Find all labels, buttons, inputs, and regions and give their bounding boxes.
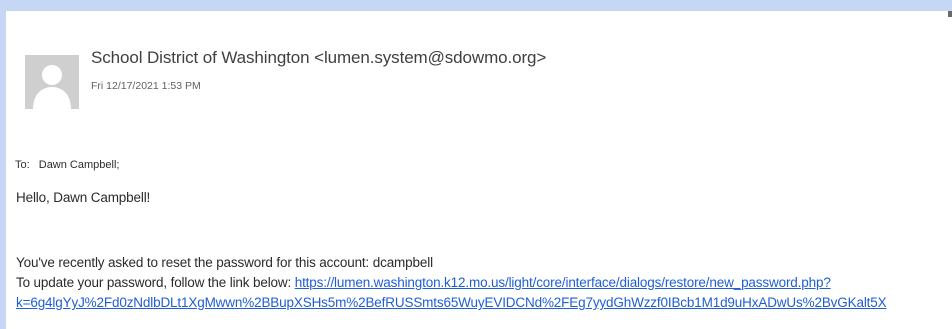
reset-password-link[interactable]: https://lumen.washington.k12.mo.us/light… <box>295 275 831 290</box>
recipient-name: Dawn Campbell; <box>38 159 120 171</box>
instruction-text: To update your password, follow the link… <box>16 275 295 290</box>
scrollbar-edge <box>948 11 952 17</box>
greeting-text: Hello, Dawn Campbell! <box>16 190 151 205</box>
recipient-line: To: Dawn Campbell; <box>15 159 119 171</box>
sender-avatar-icon <box>25 55 79 109</box>
email-message: School District of Washington <lumen.sys… <box>6 11 952 329</box>
body-line-link-continued: k=6g4lgYyJ%2Fd0zNdlbDLt1XgMwwn%2BBupXSHs… <box>16 295 887 310</box>
body-line-reset-request: You've recently asked to reset the passw… <box>16 255 433 270</box>
to-label: To: <box>15 159 30 171</box>
reset-password-link-continued[interactable]: k=6g4lgYyJ%2Fd0zNdlbDLt1XgMwwn%2BBupXSHs… <box>16 295 887 310</box>
body-line-instruction: To update your password, follow the link… <box>16 275 831 290</box>
sender-name: School District of Washington <lumen.sys… <box>91 48 547 67</box>
sent-timestamp: Fri 12/17/2021 1:53 PM <box>91 80 201 92</box>
